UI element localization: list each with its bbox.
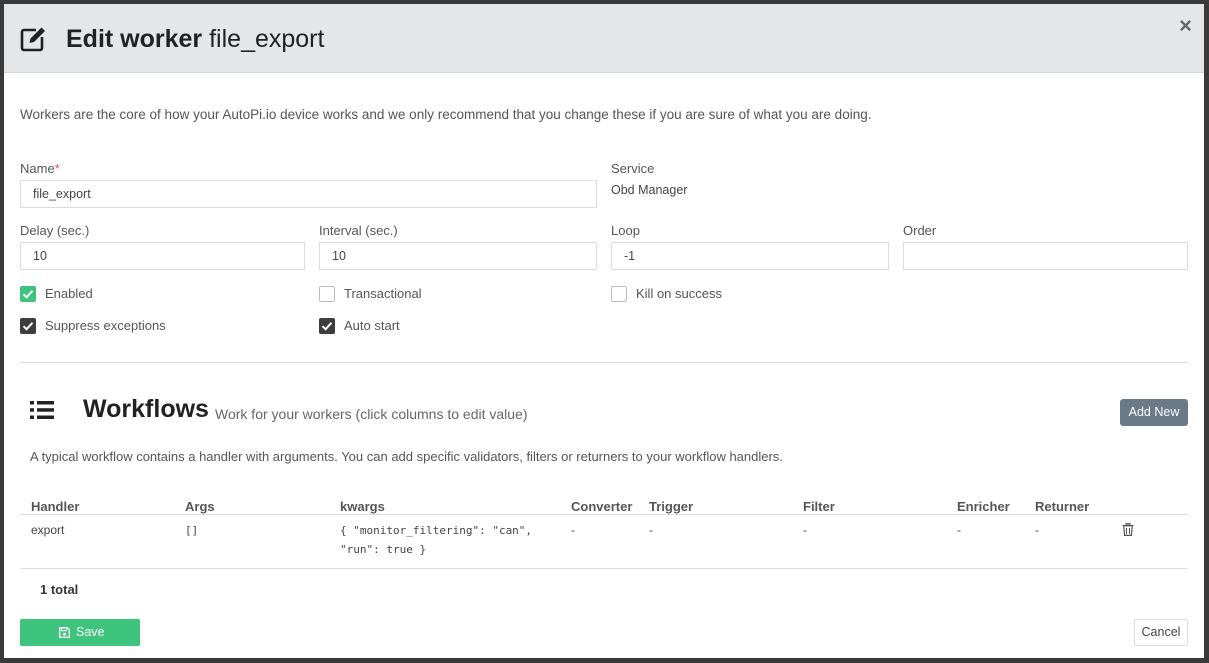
cell-handler[interactable]: export (31, 523, 64, 537)
trash-icon[interactable] (1122, 523, 1134, 536)
save-button-label: Save (76, 625, 105, 639)
modal-title-worker-name: file_export (209, 25, 325, 53)
interval-label: Interval (sec.) (319, 223, 398, 238)
table-footer-divider (20, 568, 1188, 569)
cancel-button[interactable]: Cancel (1134, 619, 1188, 646)
cell-trigger[interactable]: - (649, 523, 653, 537)
workflows-description: A typical workflow contains a handler wi… (30, 449, 783, 464)
kill-on-success-checkbox[interactable] (611, 286, 627, 302)
edit-worker-modal: Edit worker file_export × Workers are th… (4, 4, 1204, 658)
auto-start-label: Auto start (344, 318, 400, 333)
add-new-workflow-button[interactable]: Add New (1120, 399, 1188, 426)
workflows-title: Workflows (83, 395, 209, 423)
save-button[interactable]: Save (20, 619, 140, 646)
column-header-converter[interactable]: Converter (571, 499, 632, 514)
column-header-trigger[interactable]: Trigger (649, 499, 693, 514)
transactional-label: Transactional (344, 286, 422, 301)
modal-title: Edit worker file_export (66, 24, 324, 54)
suppress-exceptions-label: Suppress exceptions (45, 318, 166, 333)
column-header-handler[interactable]: Handler (31, 499, 79, 514)
close-button[interactable]: × (1179, 14, 1192, 38)
enabled-label: Enabled (45, 286, 93, 301)
column-header-filter[interactable]: Filter (803, 499, 835, 514)
service-label: Service (611, 161, 655, 176)
kill-on-success-label: Kill on success (636, 286, 722, 301)
name-input[interactable] (20, 180, 597, 208)
modal-header: Edit worker file_export × (4, 4, 1204, 73)
modal-title-bold: Edit worker (66, 25, 203, 53)
delay-input[interactable] (20, 242, 305, 270)
list-icon (30, 401, 54, 419)
auto-start-checkbox[interactable] (319, 318, 335, 334)
cell-enricher[interactable]: - (957, 523, 961, 537)
modal-body: Workers are the core of how your AutoPi.… (20, 72, 1188, 658)
enabled-checkbox[interactable] (20, 286, 36, 302)
column-header-enricher[interactable]: Enricher (957, 499, 1010, 514)
cell-returner[interactable]: - (1035, 523, 1039, 537)
service-value: Obd Manager (611, 183, 688, 197)
required-asterisk: * (54, 161, 60, 176)
order-input[interactable] (903, 242, 1188, 270)
edit-icon (20, 27, 45, 52)
transactional-checkbox[interactable] (319, 286, 335, 302)
section-divider (20, 362, 1188, 363)
cell-filter[interactable]: - (803, 523, 807, 537)
loop-input[interactable] (611, 242, 889, 270)
workflows-total-count: 1 total (40, 582, 79, 597)
workflows-subtitle: Work for your workers (click columns to … (215, 406, 528, 422)
delay-label: Delay (sec.) (20, 223, 90, 238)
column-header-args[interactable]: Args (185, 499, 215, 514)
floppy-disk-icon (59, 627, 70, 638)
check-icon (22, 290, 34, 299)
check-icon (22, 322, 34, 331)
cell-kwargs-line2[interactable]: "run": true } (340, 543, 426, 556)
table-header-divider (20, 514, 1188, 515)
intro-text: Workers are the core of how your AutoPi.… (20, 107, 872, 122)
column-header-kwargs[interactable]: kwargs (340, 499, 385, 514)
interval-input[interactable] (319, 242, 597, 270)
check-icon (321, 322, 333, 331)
cell-converter[interactable]: - (571, 523, 575, 537)
cell-kwargs-line1[interactable]: { "monitor_filtering": "can", (340, 524, 532, 537)
column-header-returner[interactable]: Returner (1035, 499, 1089, 514)
suppress-exceptions-checkbox[interactable] (20, 318, 36, 334)
cell-args[interactable]: [] (185, 524, 198, 537)
order-label: Order (903, 223, 937, 238)
name-label: Name* (20, 161, 60, 176)
loop-label: Loop (611, 223, 640, 238)
